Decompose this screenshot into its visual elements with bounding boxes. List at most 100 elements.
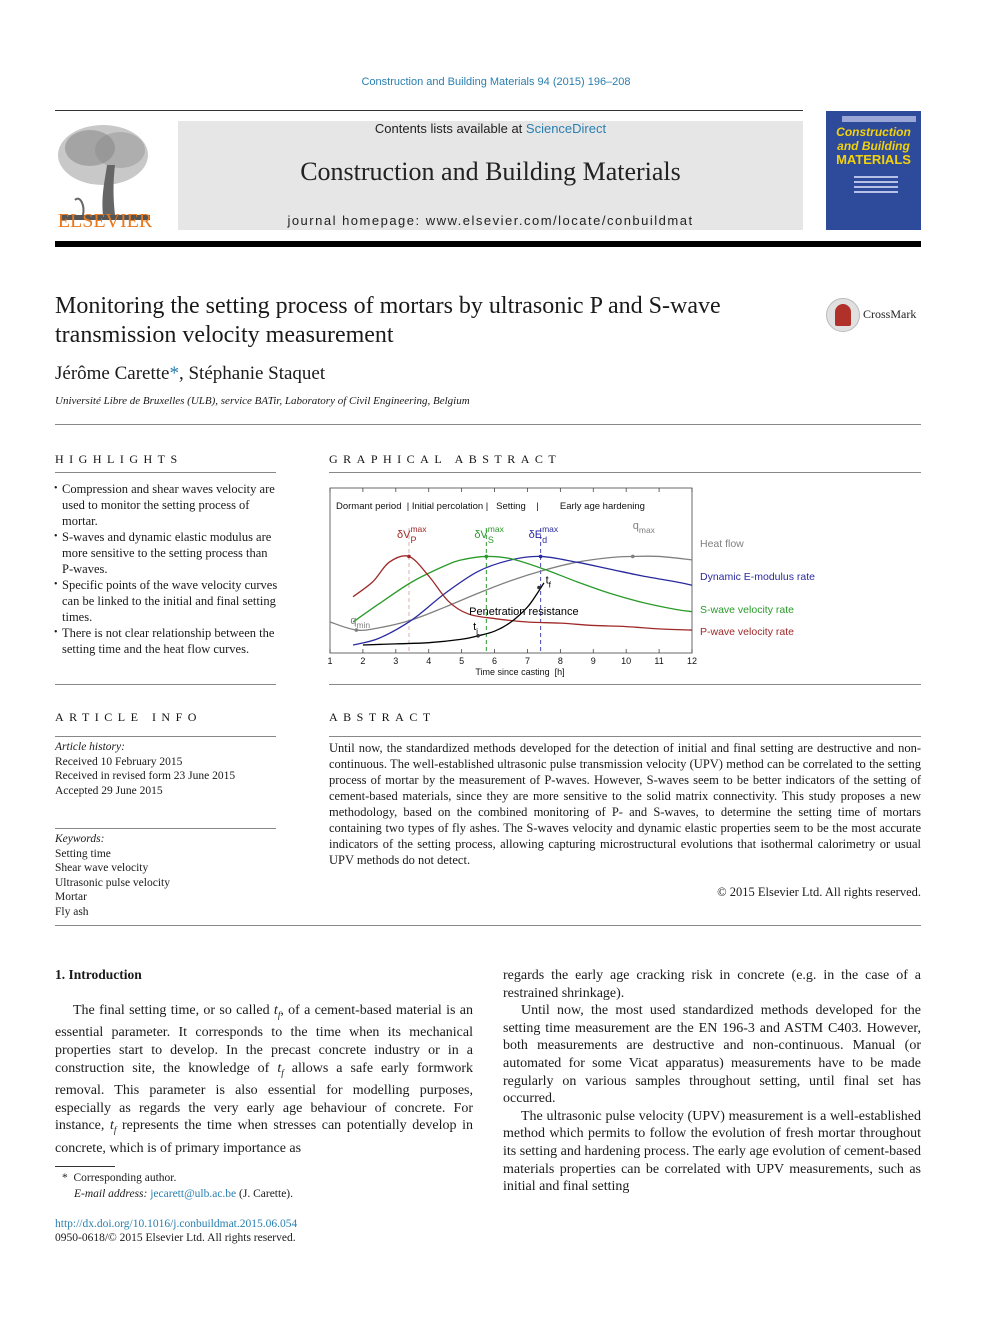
keyword-item: Setting time	[55, 847, 111, 860]
issn-copyright: 0950-0618/© 2015 Elsevier Ltd. All right…	[55, 1232, 296, 1244]
journal-cover-thumbnail[interactable]: Construction and Building MATERIALS	[826, 111, 921, 230]
annotation-label: δVmax S	[474, 524, 504, 545]
keywords: Keywords: Setting time Shear wave veloci…	[55, 833, 170, 918]
legend-entry: Heat flow	[700, 538, 744, 550]
journal-reference-link[interactable]: Construction and Building Materials 94 (…	[0, 76, 992, 88]
legend-entry: S-wave velocity rate	[700, 604, 794, 616]
x-tick-label: 12	[687, 656, 697, 666]
marker-point	[630, 554, 635, 559]
graphical-abstract-heading: GRAPHICAL ABSTRACT	[329, 452, 562, 466]
highlight-item: Compression and shear waves velocity are…	[54, 481, 280, 529]
plot-frame	[329, 487, 693, 654]
divider	[55, 828, 276, 829]
history-item: Received 10 February 2015	[55, 755, 183, 768]
keyword-item: Fly ash	[55, 905, 89, 918]
divider	[329, 472, 921, 473]
x-axis-label: Time since casting [h]	[475, 667, 564, 677]
x-tick-label: 5	[459, 656, 464, 666]
annotation-penetration-resistance: Penetration resistance	[469, 606, 578, 618]
article-info-heading: ARTICLE INFO	[55, 710, 202, 724]
journal-banner: Contents lists available at ScienceDirec…	[178, 121, 803, 230]
author-name[interactable]: Stéphanie Staquet	[188, 363, 325, 384]
paragraph: regards the early age cracking risk in c…	[503, 968, 921, 1001]
cover-title: Construction and Building MATERIALS	[836, 125, 911, 167]
abstract-heading: ABSTRACT	[329, 710, 436, 724]
divider	[329, 736, 921, 737]
highlight-item: Specific points of the wave velocity cur…	[54, 577, 280, 625]
cover-top-bar	[842, 116, 916, 122]
annotation-label: tf	[546, 575, 552, 590]
history-item: Received in revised form 23 June 2015	[55, 770, 236, 782]
affiliation: Université Libre de Bruxelles (ULB), ser…	[55, 395, 470, 407]
highlights-list: Compression and shear waves velocity are…	[54, 481, 280, 657]
paragraph: Until now, the most used standardized me…	[503, 1003, 921, 1107]
x-tick-label: 11	[654, 656, 663, 666]
body-column-right: regards the early age cracking risk in c…	[503, 967, 921, 1196]
crossmark-icon	[826, 298, 860, 332]
x-tick-label: 4	[426, 656, 431, 666]
paragraph: The final setting time, or so called tf,…	[55, 1003, 474, 1156]
abstract-copyright: © 2015 Elsevier Ltd. All rights reserved…	[717, 885, 921, 899]
corresponding-author-marker[interactable]: *	[169, 363, 179, 384]
article-history: Article history: Received 10 February 20…	[55, 741, 236, 797]
divider	[55, 684, 276, 685]
footnote-rule	[55, 1166, 115, 1167]
x-tick-label: 9	[591, 656, 596, 666]
marker-point	[537, 585, 541, 590]
corresponding-author-note: * Corresponding author.	[62, 1172, 177, 1184]
marker-point	[538, 554, 543, 559]
cover-text-lines	[854, 173, 898, 196]
article-title: Monitoring the setting process of mortar…	[55, 293, 721, 348]
keyword-item: Shear wave velocity	[55, 862, 149, 874]
header-thick-rule	[55, 241, 921, 247]
elsevier-logo[interactable]: ELSEVIER	[55, 120, 155, 232]
keyword-item: Ultrasonic pulse velocity	[55, 876, 170, 889]
phase-labels: Dormant period | Initial percolation | S…	[336, 501, 645, 512]
email-note: E-mail address: jecarett@ulb.ac.be (J. C…	[74, 1188, 294, 1200]
sciencedirect-link[interactable]: ScienceDirect	[526, 121, 606, 136]
journal-title[interactable]: Construction and Building Materials	[178, 157, 803, 187]
chart-frame	[329, 487, 693, 654]
divider	[55, 925, 921, 926]
x-tick-label: 10	[621, 656, 631, 666]
doi-link[interactable]: http://dx.doi.org/10.1016/j.conbuildmat.…	[55, 1217, 297, 1231]
graphical-abstract-chart: Dormant period | Initial percolation | S…	[327, 487, 815, 677]
header-rule	[55, 110, 803, 111]
body-column-left: The final setting time, or so called tf,…	[55, 1002, 473, 1157]
marker-point	[407, 554, 411, 559]
divider	[55, 736, 276, 737]
divider	[55, 424, 921, 425]
x-tick-label: 7	[525, 656, 530, 666]
divider	[55, 472, 276, 473]
journal-homepage-link[interactable]: journal homepage: www.elsevier.com/locat…	[178, 213, 803, 228]
section-heading-introduction: 1. Introduction	[55, 967, 142, 982]
annotation-label: δEmax d	[529, 524, 559, 545]
x-tick-label: 1	[327, 656, 332, 666]
email-link[interactable]: jecarett@ulb.ac.be	[150, 1188, 236, 1200]
series-line-dynamic-e-modulus-rate	[352, 555, 693, 646]
x-tick-label: 3	[393, 656, 398, 666]
abstract-text: Until now, the standardized methods deve…	[329, 741, 921, 867]
x-tick-label: 6	[492, 656, 497, 666]
crossmark-button[interactable]: CrossMark	[826, 298, 926, 334]
highlight-item: S-waves and dynamic elastic modulus are …	[54, 529, 280, 577]
divider	[329, 684, 921, 685]
highlights-heading: HIGHLIGHTS	[55, 452, 183, 466]
author-list: Jérôme Carette*, Stéphanie Staquet	[55, 363, 326, 384]
contents-availability: Contents lists available at ScienceDirec…	[374, 121, 607, 136]
history-item: Accepted 29 June 2015	[55, 784, 163, 797]
elsevier-wordmark: ELSEVIER	[57, 210, 153, 232]
legend-entry: Dynamic E-modulus rate	[700, 571, 815, 583]
legend-entry: P-wave velocity rate	[700, 626, 794, 638]
annotation-label: δVmax P	[397, 524, 427, 545]
series-line-p-wave-velocity-rate	[352, 555, 693, 631]
x-tick-label: 2	[360, 656, 365, 666]
highlight-item: There is not clear relationship between …	[54, 625, 280, 657]
keyword-item: Mortar	[55, 891, 87, 903]
marker-point	[484, 554, 489, 559]
author-name[interactable]: Jérôme Carette	[55, 363, 169, 384]
annotation-label: ti	[473, 621, 478, 636]
annotation-label: qmax	[633, 520, 656, 535]
paragraph: The ultrasonic pulse velocity (UPV) meas…	[503, 1108, 921, 1195]
x-tick-label: 8	[558, 656, 563, 666]
